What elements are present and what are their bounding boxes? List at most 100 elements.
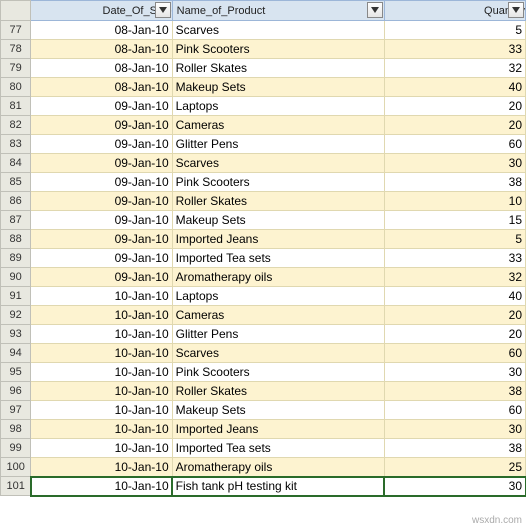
cell-date[interactable]: 09-Jan-10 [31,116,172,135]
cell-date[interactable]: 09-Jan-10 [31,192,172,211]
table-row[interactable]: 9910-Jan-10Imported Tea sets38 [1,439,526,458]
cell-quantity[interactable]: 38 [384,173,525,192]
row-header[interactable]: 77 [1,21,31,40]
cell-product[interactable]: Aromatherapy oils [172,268,384,287]
cell-date[interactable]: 10-Jan-10 [31,344,172,363]
cell-product[interactable]: Roller Skates [172,382,384,401]
cell-product[interactable]: Cameras [172,306,384,325]
cell-quantity[interactable]: 20 [384,306,525,325]
corner-cell[interactable] [1,1,31,21]
cell-date[interactable]: 10-Jan-10 [31,439,172,458]
cell-quantity[interactable]: 30 [384,154,525,173]
cell-product[interactable]: Imported Tea sets [172,439,384,458]
table-row[interactable]: 9310-Jan-10Glitter Pens20 [1,325,526,344]
cell-date[interactable]: 09-Jan-10 [31,268,172,287]
row-header[interactable]: 100 [1,458,31,477]
cell-product[interactable]: Makeup Sets [172,401,384,420]
cell-date[interactable]: 08-Jan-10 [31,40,172,59]
row-header[interactable]: 80 [1,78,31,97]
cell-product[interactable]: Glitter Pens [172,135,384,154]
row-header[interactable]: 91 [1,287,31,306]
cell-date[interactable]: 10-Jan-10 [31,458,172,477]
cell-quantity[interactable]: 30 [384,420,525,439]
row-header[interactable]: 81 [1,97,31,116]
cell-quantity[interactable]: 38 [384,439,525,458]
table-row[interactable]: 8309-Jan-10Glitter Pens60 [1,135,526,154]
row-header[interactable]: 94 [1,344,31,363]
table-row[interactable]: 8109-Jan-10Laptops20 [1,97,526,116]
cell-quantity[interactable]: 60 [384,401,525,420]
cell-product[interactable]: Scarves [172,154,384,173]
column-header-date[interactable]: Date_Of_Sale [31,1,172,21]
row-header[interactable]: 84 [1,154,31,173]
cell-product[interactable]: Imported Tea sets [172,249,384,268]
cell-date[interactable]: 10-Jan-10 [31,306,172,325]
cell-quantity[interactable]: 40 [384,78,525,97]
cell-date[interactable]: 10-Jan-10 [31,287,172,306]
cell-product[interactable]: Imported Jeans [172,230,384,249]
table-row[interactable]: 9009-Jan-10Aromatherapy oils32 [1,268,526,287]
cell-quantity[interactable]: 38 [384,382,525,401]
row-header[interactable]: 89 [1,249,31,268]
cell-date[interactable]: 09-Jan-10 [31,97,172,116]
row-header[interactable]: 78 [1,40,31,59]
cell-date[interactable]: 10-Jan-10 [31,363,172,382]
cell-quantity[interactable]: 5 [384,21,525,40]
cell-date[interactable]: 08-Jan-10 [31,21,172,40]
table-row[interactable]: 9410-Jan-10Scarves60 [1,344,526,363]
row-header[interactable]: 101 [1,477,31,496]
row-header[interactable]: 97 [1,401,31,420]
cell-product[interactable]: Scarves [172,344,384,363]
cell-product[interactable]: Aromatherapy oils [172,458,384,477]
table-row[interactable]: 9110-Jan-10Laptops40 [1,287,526,306]
cell-quantity[interactable]: 15 [384,211,525,230]
cell-product[interactable]: Pink Scooters [172,363,384,382]
column-header-product[interactable]: Name_of_Product [172,1,384,21]
row-header[interactable]: 86 [1,192,31,211]
cell-product[interactable]: Scarves [172,21,384,40]
cell-quantity[interactable]: 30 [384,477,525,496]
row-header[interactable]: 99 [1,439,31,458]
table-row[interactable]: 8809-Jan-10Imported Jeans5 [1,230,526,249]
cell-date[interactable]: 10-Jan-10 [31,401,172,420]
cell-product[interactable]: Laptops [172,97,384,116]
cell-quantity[interactable]: 5 [384,230,525,249]
filter-dropdown-icon[interactable] [367,2,383,18]
cell-date[interactable]: 10-Jan-10 [31,477,172,496]
table-row[interactable]: 9210-Jan-10Cameras20 [1,306,526,325]
cell-quantity[interactable]: 10 [384,192,525,211]
cell-date[interactable]: 09-Jan-10 [31,173,172,192]
cell-date[interactable]: 08-Jan-10 [31,59,172,78]
row-header[interactable]: 90 [1,268,31,287]
cell-quantity[interactable]: 25 [384,458,525,477]
row-header[interactable]: 85 [1,173,31,192]
cell-product[interactable]: Pink Scooters [172,173,384,192]
cell-quantity[interactable]: 30 [384,363,525,382]
table-row[interactable]: 9810-Jan-10Imported Jeans30 [1,420,526,439]
table-row[interactable]: 7908-Jan-10Roller Skates32 [1,59,526,78]
table-row[interactable]: 9510-Jan-10Pink Scooters30 [1,363,526,382]
table-row[interactable]: 8409-Jan-10Scarves30 [1,154,526,173]
cell-date[interactable]: 08-Jan-10 [31,78,172,97]
table-row[interactable]: 9610-Jan-10Roller Skates38 [1,382,526,401]
cell-product[interactable]: Roller Skates [172,192,384,211]
table-row[interactable]: 9710-Jan-10Makeup Sets60 [1,401,526,420]
cell-product[interactable]: Makeup Sets [172,211,384,230]
row-header[interactable]: 98 [1,420,31,439]
row-header[interactable]: 82 [1,116,31,135]
table-row[interactable]: 8209-Jan-10Cameras20 [1,116,526,135]
cell-quantity[interactable]: 60 [384,135,525,154]
row-header[interactable]: 83 [1,135,31,154]
cell-product[interactable]: Cameras [172,116,384,135]
row-header[interactable]: 88 [1,230,31,249]
row-header[interactable]: 92 [1,306,31,325]
table-row[interactable]: 10010-Jan-10Aromatherapy oils25 [1,458,526,477]
cell-date[interactable]: 10-Jan-10 [31,325,172,344]
table-row[interactable]: 7808-Jan-10Pink Scooters33 [1,40,526,59]
table-row[interactable]: 7708-Jan-10Scarves5 [1,21,526,40]
row-header[interactable]: 95 [1,363,31,382]
cell-quantity[interactable]: 40 [384,287,525,306]
cell-quantity[interactable]: 32 [384,268,525,287]
filter-dropdown-icon[interactable] [155,2,171,18]
cell-quantity[interactable]: 20 [384,116,525,135]
